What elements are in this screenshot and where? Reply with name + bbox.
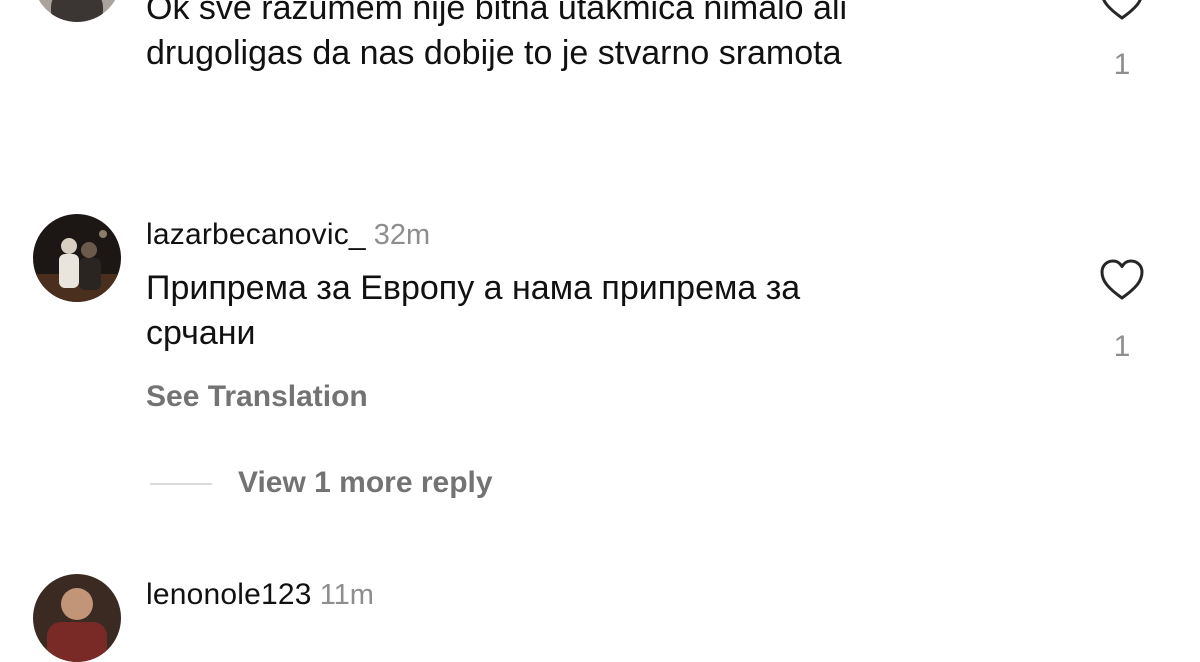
comment-item: lenonole123 11m bbox=[0, 0, 1200, 662]
user-avatar[interactable] bbox=[33, 574, 121, 662]
comment-header: lenonole123 11m bbox=[146, 578, 374, 612]
comment-username[interactable]: lenonole123 bbox=[146, 578, 312, 611]
comment-timestamp: 11m bbox=[319, 579, 374, 611]
